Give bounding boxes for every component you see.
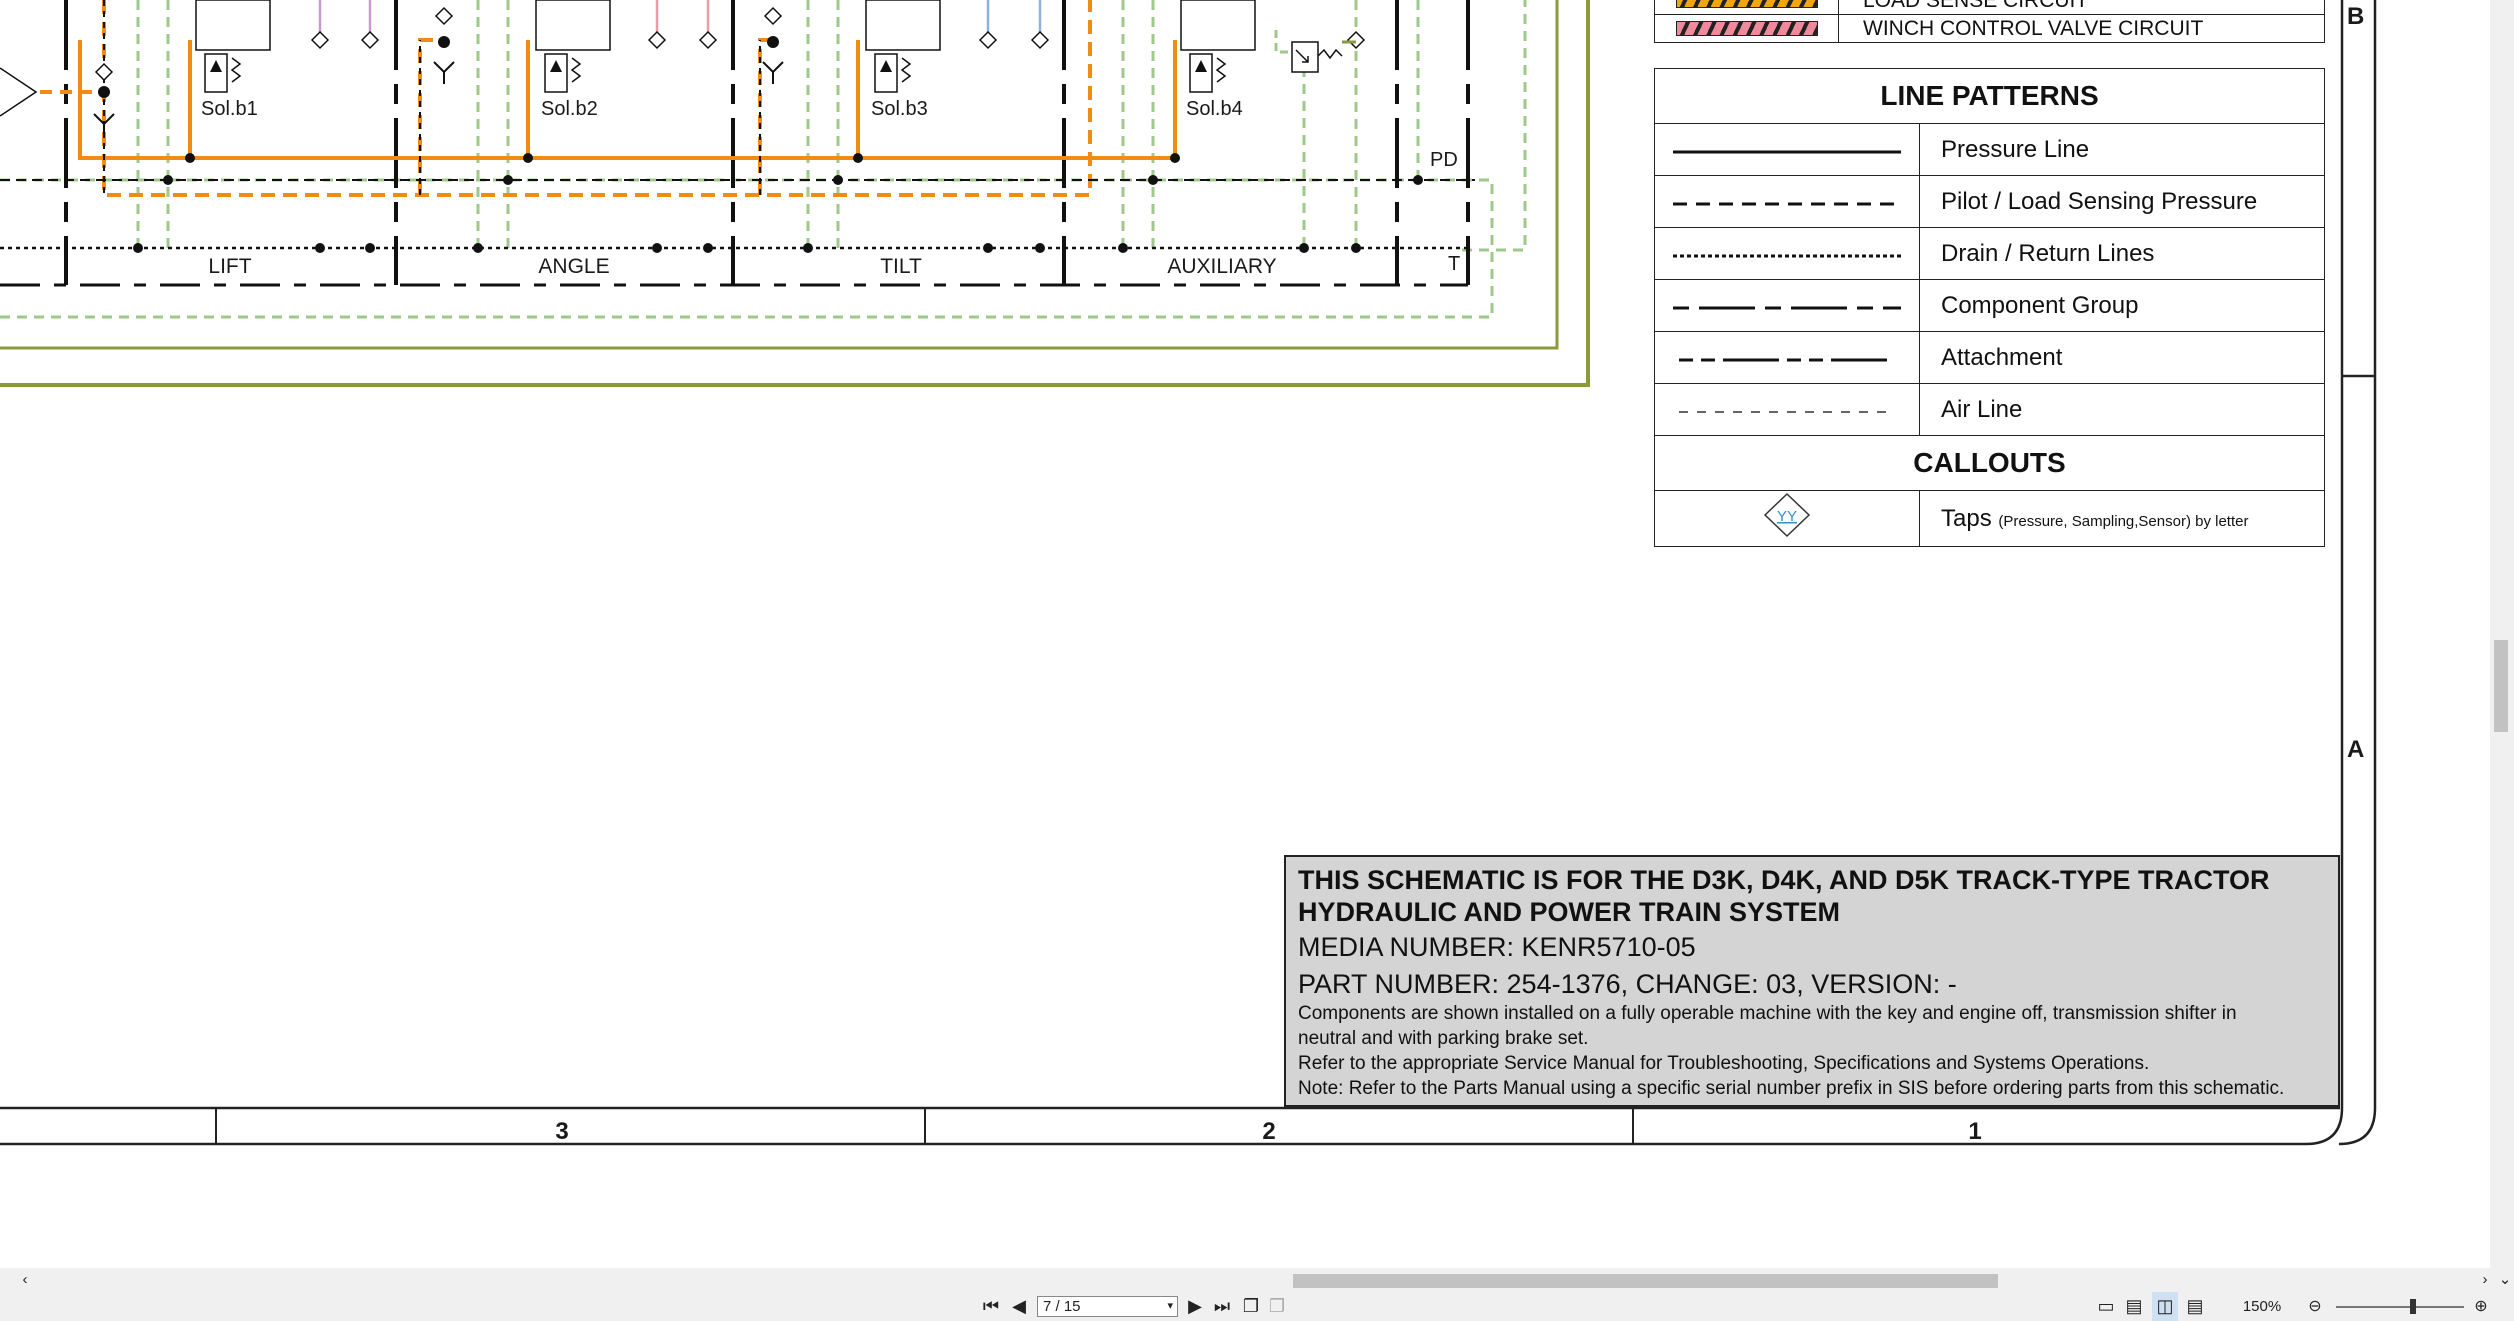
solid-line-swatch [1673, 150, 1901, 153]
page-dropdown-icon[interactable]: ▾ [1167, 1297, 1173, 1316]
line-patterns-legend: LINE PATTERNS Pressure Line Pilot / Load… [1654, 68, 2325, 547]
legend-label: Air Line [1919, 383, 2325, 436]
zoom-slider[interactable] [2336, 1306, 2464, 1308]
document-viewport: Sol.b1 Sol.b2 Sol.b3 Sol.b4 PD T LIFT AN… [0, 0, 2490, 1268]
title-block: THIS SCHEMATIC IS FOR THE D3K, D4K, AND … [1284, 855, 2340, 1107]
legend-label: WINCH CONTROL VALVE CIRCUIT [1838, 14, 2325, 43]
media-number: MEDIA NUMBER: KENR5710-05 [1298, 932, 1696, 962]
vertical-scrollbar[interactable] [2490, 0, 2514, 1268]
scroll-mode-icon[interactable]: ▤ [2184, 1292, 2206, 1321]
title-note-3: Note: Refer to the Parts Manual using a … [1298, 1078, 2285, 1099]
callout-label: Taps [1941, 504, 1992, 532]
single-page-view-icon[interactable]: ▭ [2096, 1292, 2116, 1321]
callout-note: (Pressure, Sampling,Sensor) by letter [1998, 512, 2249, 530]
callout-symbol: YY [1777, 508, 1797, 525]
grid-column-3: 3 [555, 1118, 568, 1145]
scroll-right-icon[interactable]: › [2476, 1265, 2494, 1294]
line-patterns-title: LINE PATTERNS [1654, 68, 2325, 124]
legend-label: Drain / Return Lines [1919, 227, 2325, 280]
dash-dot-line-swatch [1679, 358, 1895, 361]
legend-row: Air Line [1654, 383, 2325, 436]
legend-row: YY Taps (Pressure, Sampling,Sensor) by l… [1654, 490, 2325, 547]
last-page-icon[interactable]: ⏭ [1210, 1292, 1234, 1321]
copy-page-icon[interactable]: ❐ [1240, 1292, 1262, 1321]
dashed-line-swatch [1673, 202, 1901, 205]
legend-label: Attachment [1919, 331, 2325, 384]
two-page-view-icon[interactable]: ◫ [2152, 1292, 2178, 1321]
dotted-line-swatch [1673, 254, 1901, 257]
tap-callout-icon: YY [1763, 492, 1811, 538]
viewer-toolbar: ⏮ ◀ 7 / 15 ▾ ▶ ⏭ ❐ ❐ ▭ ▤ ◫ ▤ 150% ⊖ ⊕ [0, 1292, 2514, 1321]
legend-row: Component Group [1654, 279, 2325, 332]
section-label-tilt: TILT [880, 255, 922, 278]
legend-row-load-sense: LOAD SENSE CIRCUIT [1654, 0, 2325, 15]
legend-row-winch: WINCH CONTROL VALVE CIRCUIT [1654, 14, 2325, 43]
grid-column-1: 1 [1968, 1118, 1981, 1145]
dash-long-line-swatch [1673, 306, 1901, 309]
horizontal-scroll-thumb[interactable] [1293, 1274, 1998, 1288]
page-number-field[interactable]: 7 / 15 ▾ [1037, 1296, 1178, 1317]
title-note-1: Components are shown installed on a full… [1298, 1003, 2237, 1049]
scroll-down-icon[interactable]: ⌄ [2496, 1265, 2514, 1294]
section-label-auxiliary: AUXILIARY [1167, 255, 1276, 278]
vertical-scroll-thumb[interactable] [2494, 640, 2508, 732]
first-page-icon[interactable]: ⏮ [980, 1292, 1002, 1321]
solenoid-label: Sol.b3 [871, 98, 928, 120]
zoom-in-icon[interactable]: ⊕ [2468, 1292, 2494, 1321]
solenoid-label: Sol.b1 [201, 98, 258, 120]
legend-label: Component Group [1919, 279, 2325, 332]
legend-label: LOAD SENSE CIRCUIT [1838, 0, 2325, 15]
zone-letter-a: A [2347, 736, 2364, 763]
zone-letter-b: B [2347, 3, 2364, 30]
part-number: PART NUMBER: 254-1376, CHANGE: 03, VERSI… [1298, 969, 1957, 999]
grid-column-2: 2 [1262, 1118, 1275, 1145]
continuous-view-icon[interactable]: ▤ [2124, 1292, 2144, 1321]
solenoid-label: Sol.b4 [1186, 98, 1243, 120]
scroll-left-icon[interactable]: ‹ [16, 1265, 34, 1294]
winch-swatch [1675, 21, 1818, 37]
zoom-level[interactable]: 150% [2236, 1292, 2288, 1321]
title-heading: THIS SCHEMATIC IS FOR THE D3K, D4K, AND … [1298, 865, 2270, 927]
legend-label: Pressure Line [1919, 123, 2325, 176]
legend-row: Attachment [1654, 331, 2325, 384]
next-page-icon[interactable]: ▶ [1184, 1292, 1206, 1321]
previous-page-icon[interactable]: ◀ [1008, 1292, 1030, 1321]
load-sense-swatch [1675, 0, 1818, 9]
thin-dashed-line-swatch [1679, 410, 1895, 413]
legend-row: Drain / Return Lines [1654, 227, 2325, 280]
legend-label: Pilot / Load Sensing Pressure [1919, 175, 2325, 228]
page-indicator: 7 / 15 [1043, 1298, 1081, 1315]
section-label-angle: ANGLE [538, 255, 609, 278]
callouts-title: CALLOUTS [1654, 435, 2325, 491]
zoom-out-icon[interactable]: ⊖ [2302, 1292, 2328, 1321]
circuit-color-legend: LOAD SENSE CIRCUIT WINCH CONTROL VALVE C… [1654, 0, 2325, 43]
port-t-label: T [1448, 253, 1460, 275]
port-pd-label: PD [1430, 149, 1458, 171]
section-label-lift: LIFT [208, 255, 251, 278]
zoom-slider-handle[interactable] [2410, 1299, 2416, 1314]
horizontal-scrollbar[interactable]: ‹ › ⌄ [0, 1268, 2514, 1292]
legend-row: Pressure Line [1654, 123, 2325, 176]
title-note-2: Refer to the appropriate Service Manual … [1298, 1053, 2150, 1074]
solenoid-label: Sol.b2 [541, 98, 598, 120]
paste-page-icon[interactable]: ❐ [1266, 1292, 1288, 1321]
legend-row: Pilot / Load Sensing Pressure [1654, 175, 2325, 228]
